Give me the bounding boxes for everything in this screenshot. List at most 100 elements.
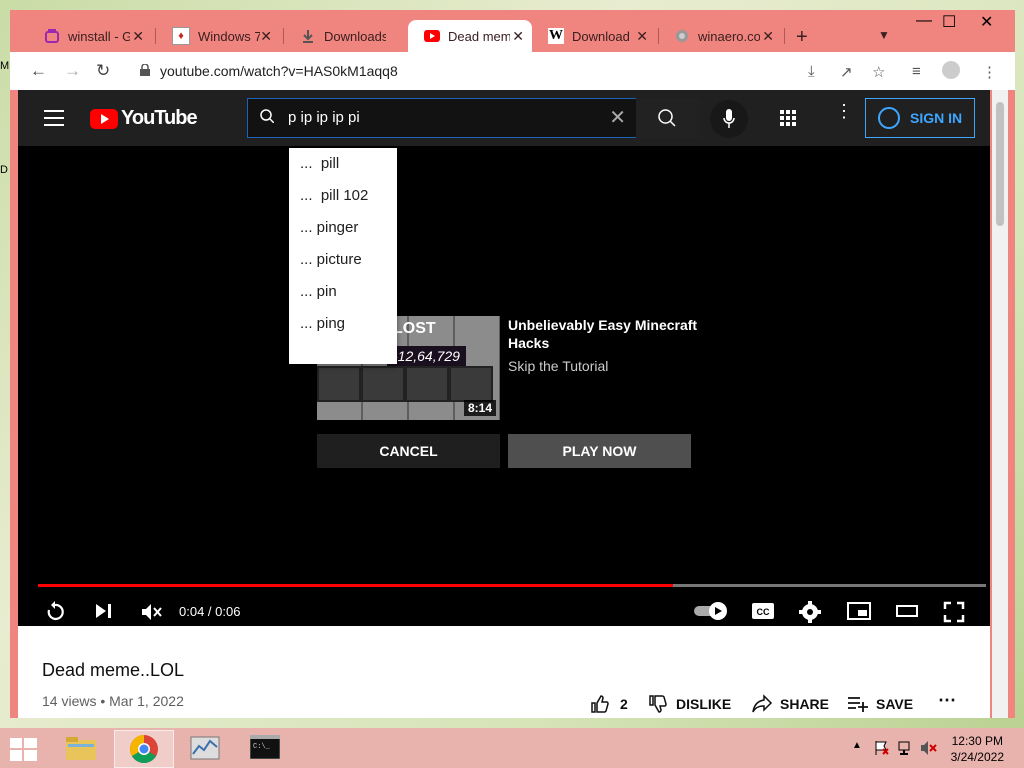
theater-mode-icon[interactable] [895, 601, 919, 621]
apps-grid-icon[interactable] [780, 110, 796, 126]
search-button[interactable] [636, 98, 700, 138]
suggestion-item[interactable]: ... pill [289, 148, 397, 180]
search-icon [658, 109, 676, 127]
forward-button[interactable]: → [64, 61, 81, 81]
fullscreen-icon[interactable] [943, 601, 965, 623]
tab-winaero[interactable]: winaero.co ✕ [658, 20, 782, 52]
voice-search-button[interactable] [710, 100, 748, 138]
time-display: 0:04 / 0:06 [179, 604, 241, 619]
miniplayer-icon[interactable] [847, 601, 871, 621]
hamburger-menu-icon[interactable] [44, 110, 64, 126]
progress-bar[interactable] [38, 584, 986, 587]
close-icon[interactable]: ✕ [260, 28, 272, 45]
youtube-logo[interactable]: YouTube [90, 107, 198, 130]
more-options-icon[interactable]: ⋮ [835, 102, 853, 120]
maximize-button[interactable]: ☐ [942, 12, 956, 32]
close-icon[interactable]: ✕ [132, 28, 144, 45]
scrollbar-thumb[interactable] [996, 102, 1004, 226]
network-icon[interactable] [898, 740, 914, 756]
cards-icon: ♦ [172, 27, 190, 45]
progress-played [38, 584, 674, 587]
suggestion-item[interactable]: ... ping [289, 308, 397, 340]
windows-logo-icon [10, 738, 37, 761]
subtitles-cc-icon[interactable]: CC [751, 601, 775, 621]
winstall-icon [44, 28, 60, 44]
new-tab-button[interactable]: + [796, 26, 808, 49]
close-icon[interactable]: ✕ [762, 28, 774, 45]
start-button[interactable] [0, 730, 48, 766]
clock-date: 3/24/2022 [950, 750, 1004, 764]
taskbar-file-explorer[interactable] [52, 730, 110, 766]
reload-button[interactable]: ↻ [96, 61, 110, 81]
install-app-icon[interactable]: ⤓ [808, 63, 815, 80]
play-now-button[interactable]: PLAY NOW [508, 434, 691, 468]
like-count: 2 [620, 696, 628, 712]
taskbar-command-prompt[interactable]: C:\_ [236, 730, 294, 766]
autoplay-toggle[interactable] [694, 601, 728, 621]
suggestion-item[interactable]: ... pill 102 [289, 180, 397, 212]
taskbar-chrome[interactable] [114, 730, 174, 768]
suggestion-item[interactable]: ... pin [289, 276, 397, 308]
youtube-play-icon [90, 108, 118, 129]
tab-windows7[interactable]: ♦ Windows 7 ✕ [156, 20, 280, 52]
sign-in-button[interactable]: SIGN IN [865, 98, 975, 138]
tab-strip: winstall - G ✕ ♦ Windows 7 ✕ Downloads D… [10, 10, 1015, 52]
share-label: SHARE [780, 696, 830, 712]
suggestion-item[interactable]: ... picture [289, 244, 397, 276]
video-info: Dead meme..LOL 14 views • Mar 1, 2022 2 … [18, 626, 990, 718]
lock-icon [140, 64, 150, 76]
dislike-button[interactable]: DISLIKE [648, 694, 731, 714]
share-arrow-icon [752, 694, 773, 713]
next-video-icon[interactable] [94, 601, 114, 621]
save-button[interactable]: SAVE [847, 694, 913, 714]
next-video-title[interactable]: Unbelievably Easy Minecraft Hacks [508, 316, 698, 352]
microphone-icon [723, 109, 735, 128]
search-input[interactable]: p ip ip ip pi ✕ [247, 98, 637, 138]
action-center-flag-icon[interactable] [874, 740, 890, 756]
muted-volume-icon[interactable] [140, 601, 162, 623]
tab-dead-meme[interactable]: Dead meme ✕ [408, 20, 532, 52]
video-title: Dead meme..LOL [42, 660, 185, 680]
address-bar[interactable]: youtube.com/watch?v=HAS0kM1aqq8 [128, 57, 878, 85]
url-text: youtube.com/watch?v=HAS0kM1aqq8 [160, 63, 398, 79]
thumbs-down-icon [649, 695, 667, 713]
bookmark-star-icon[interactable]: ☆ [872, 63, 885, 81]
suggestion-item[interactable]: ... pinger [289, 212, 397, 244]
taskbar-clock[interactable]: 12:30 PM 3/24/2022 [951, 733, 1004, 765]
tab-label: Downloads [324, 28, 386, 44]
back-button[interactable]: ← [30, 61, 47, 81]
tab-winstall[interactable]: winstall - G ✕ [28, 20, 152, 52]
replay-icon[interactable] [44, 601, 66, 623]
reading-list-icon[interactable]: ≡ [912, 63, 921, 80]
minimize-button[interactable]: — [916, 12, 932, 30]
share-icon[interactable]: ↗ [840, 63, 853, 81]
like-button[interactable]: 2 [590, 694, 628, 714]
taskbar: C:\_ ▲ 12:30 PM 3/24/2022 [0, 728, 1024, 768]
share-button[interactable]: SHARE [751, 694, 829, 714]
close-icon[interactable]: ✕ [512, 28, 524, 45]
show-hidden-icons-chevron-icon[interactable]: ▲ [852, 740, 862, 751]
settings-gear-icon[interactable] [799, 601, 821, 623]
tab-search-chevron-icon[interactable]: ▼ [878, 28, 890, 42]
w-icon: W [548, 28, 564, 44]
browser-menu-icon[interactable]: ⋮ [982, 63, 997, 81]
clear-search-icon[interactable]: ✕ [609, 105, 626, 130]
more-actions-icon[interactable]: ⋯ [938, 690, 956, 711]
browser-window: winstall - G ✕ ♦ Windows 7 ✕ Downloads D… [10, 10, 1015, 718]
tab-download-w[interactable]: W Download ✕ [532, 20, 656, 52]
browser-toolbar: ← → ↻ youtube.com/watch?v=HAS0kM1aqq8 ⤓ … [10, 52, 1015, 90]
youtube-logo-text: YouTube [121, 107, 198, 129]
tab-label: Download [572, 28, 630, 44]
volume-muted-icon[interactable] [920, 740, 938, 756]
profile-avatar-icon[interactable] [942, 61, 960, 79]
thumbnail-counter: -12,64,729 [387, 346, 466, 366]
close-window-button[interactable]: ✕ [980, 12, 993, 32]
tab-downloads[interactable]: Downloads [284, 20, 408, 52]
desktop-icon-label: M [0, 60, 10, 72]
youtube-header: YouTube p ip ip ip pi ✕ ⋮ SIGN IN [18, 90, 990, 146]
command-prompt-icon: C:\_ [250, 735, 280, 759]
taskbar-resource-monitor[interactable] [176, 730, 234, 766]
cancel-autoplay-button[interactable]: CANCEL [317, 434, 500, 468]
close-icon[interactable]: ✕ [636, 28, 648, 45]
page-scrollbar[interactable] [992, 90, 1008, 718]
